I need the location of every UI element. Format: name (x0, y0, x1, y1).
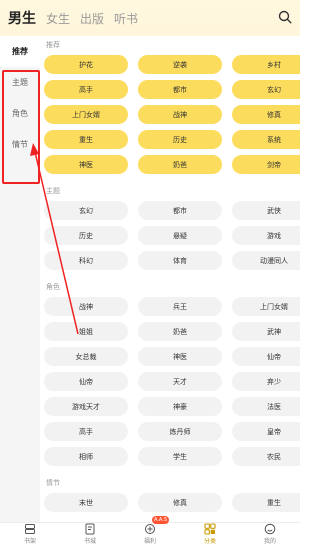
tag-chip[interactable]: 重生 (44, 130, 128, 149)
tag-chip[interactable]: 悬疑 (138, 226, 222, 245)
tag-chip[interactable]: 弃少 (232, 372, 300, 391)
bookstore-icon (85, 523, 95, 535)
section-title-recommend: 推荐 (46, 41, 60, 49)
tag-chip[interactable]: 历史 (44, 226, 128, 245)
gift-icon (145, 524, 155, 534)
sidebar-item-role[interactable]: 角色 (0, 98, 40, 129)
tag-chip[interactable]: 奶爸 (138, 155, 222, 174)
tag-chip[interactable]: 乡村 (232, 55, 300, 74)
profile-icon (264, 523, 276, 535)
tag-chip[interactable]: 玄幻 (232, 80, 300, 99)
plot-tag-grid: 末世 修真 重生 (40, 488, 300, 520)
nav-label: 分类 (203, 538, 216, 545)
tag-chip[interactable]: 神豪 (138, 397, 222, 416)
header: 男生 女生 出版 听书 (0, 0, 300, 36)
tag-chip[interactable]: 上门女婿 (232, 297, 300, 316)
tag-chip[interactable]: 剑帝 (232, 155, 300, 174)
tag-chip[interactable]: 皇帝 (232, 422, 300, 441)
tag-chip[interactable]: 神医 (44, 155, 128, 174)
bottom-nav: 书架 书城 A.A.S 福利 分类 我的 (0, 516, 300, 547)
tag-chip[interactable]: 武侠 (232, 201, 300, 220)
tag-chip[interactable]: 奶爸 (138, 322, 222, 341)
tag-chip[interactable]: 修真 (232, 105, 300, 124)
recommend-tag-grid: 护花 逆袭 乡村高手 都市 玄幻上门女婿 战神 修真重生 历史 系统神医 奶爸 剑帝 (40, 50, 300, 182)
tag-chip[interactable]: 玄幻 (44, 201, 128, 220)
tag-chip[interactable]: 末世 (44, 493, 128, 512)
tab-female[interactable]: 女生 (46, 10, 70, 27)
tag-chip[interactable]: 历史 (138, 130, 222, 149)
section-title-role: 角色 (46, 283, 60, 291)
tag-chip[interactable]: 仙帝 (44, 372, 128, 391)
section-title-plot: 情节 (46, 479, 60, 487)
tag-chip[interactable]: 上门女婿 (44, 105, 128, 124)
tag-chip[interactable]: 动漫同人 (232, 251, 300, 270)
tag-chip[interactable]: 高手 (44, 80, 128, 99)
tag-chip[interactable]: 天才 (138, 372, 222, 391)
nav-label: 书架 (23, 538, 36, 545)
welfare-badge: A.A.S (152, 516, 170, 524)
tag-chip[interactable]: 战神 (138, 105, 222, 124)
sidebar-item-recommend[interactable]: 推荐 (0, 36, 40, 67)
tag-chip[interactable]: 武神 (232, 322, 300, 341)
tag-chip[interactable]: 相师 (44, 447, 128, 466)
nav-label: 我的 (263, 538, 276, 545)
tag-chip[interactable]: 农民 (232, 447, 300, 466)
tag-chip[interactable]: 游戏天才 (44, 397, 128, 416)
section-title-theme: 主题 (46, 187, 60, 195)
tag-chip[interactable]: 都市 (138, 201, 222, 220)
category-icon (204, 523, 216, 535)
tag-chip[interactable]: 游戏 (232, 226, 300, 245)
tag-chip[interactable]: 科幻 (44, 251, 128, 270)
role-tag-grid: 战神 兵王 上门女婿 姐姐 奶爸 武神 女总裁 神医 仙帝 仙帝 天才 弃少 游戏天才 神豪 法医 高手 炼丹师… (40, 292, 300, 474)
tag-chip[interactable]: 高手 (44, 422, 128, 441)
tag-chip[interactable]: 重生 (232, 493, 300, 512)
tag-chip[interactable]: 系统 (232, 130, 300, 149)
tag-chip[interactable]: 都市 (138, 80, 222, 99)
nav-bookstore[interactable]: 书城 (65, 523, 115, 545)
tab-audiobook[interactable]: 听书 (114, 10, 138, 27)
tag-chip[interactable]: 护花 (44, 55, 128, 74)
nav-bookshelf[interactable]: 书架 (5, 523, 55, 545)
tag-chip[interactable]: 体育 (138, 251, 222, 270)
tag-chip[interactable]: 战神 (44, 297, 128, 316)
tag-chip[interactable]: 仙帝 (232, 347, 300, 366)
nav-category[interactable]: 分类 (185, 523, 235, 545)
tab-publish[interactable]: 出版 (80, 10, 104, 27)
sidebar-item-theme[interactable]: 主题 (0, 67, 40, 98)
tag-chip[interactable]: 兵王 (138, 297, 222, 316)
tag-chip[interactable]: 逆袭 (138, 55, 222, 74)
tag-chip[interactable]: 修真 (138, 493, 222, 512)
tag-list-panel[interactable]: 推荐 护花 逆袭 乡村 高手 都市 玄幻 上门女婿 战神 修真 重生 历史 系统 神医 奶爸 剑帝 主题 玄… (40, 36, 300, 522)
tag-chip[interactable]: 神医 (138, 347, 222, 366)
sidebar-item-plot[interactable]: 情节 (0, 129, 40, 160)
nav-label: 福利 (143, 538, 156, 545)
nav-label: 书城 (83, 538, 96, 545)
tag-chip[interactable]: 女总裁 (44, 347, 128, 366)
theme-tag-grid: 玄幻 都市 武侠历史 悬疑 游戏科幻 体育 动漫同人 (40, 196, 300, 278)
nav-profile[interactable]: 我的 (245, 523, 295, 545)
tag-chip[interactable]: 炼丹师 (138, 422, 222, 441)
category-sidebar: 推荐 主题 角色 情节 (0, 36, 40, 522)
nav-welfare[interactable]: A.A.S 福利 (125, 516, 175, 545)
tab-male[interactable]: 男生 (8, 8, 36, 28)
tag-chip[interactable]: 学生 (138, 447, 222, 466)
tag-chip[interactable]: 法医 (232, 397, 300, 416)
tag-chip[interactable]: 姐姐 (44, 322, 128, 341)
bookshelf-icon (25, 524, 35, 534)
search-icon[interactable] (278, 10, 292, 24)
